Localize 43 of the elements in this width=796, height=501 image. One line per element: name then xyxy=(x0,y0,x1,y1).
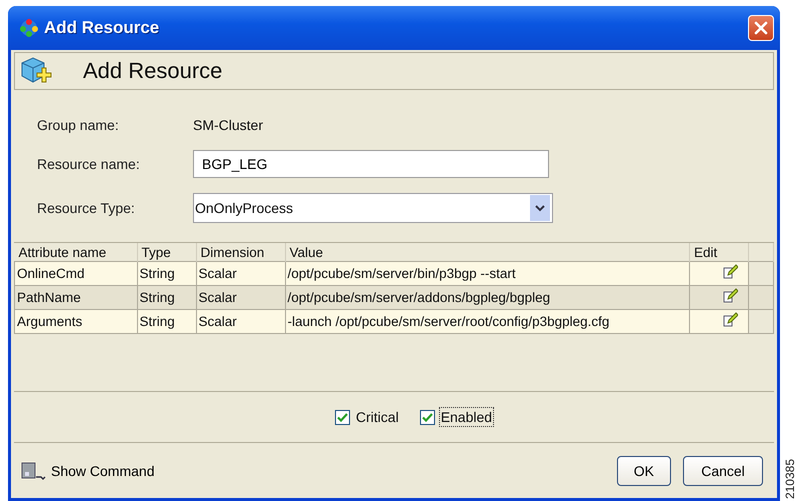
column-header: Dimension xyxy=(196,243,285,262)
terminal-icon xyxy=(21,460,47,480)
close-button[interactable] xyxy=(748,15,774,41)
checkbox[interactable] xyxy=(334,410,350,424)
table-cell: Scalar xyxy=(196,262,285,286)
resource-name-field[interactable]: BGP_LEG xyxy=(193,150,549,178)
cancel-button[interactable]: Cancel xyxy=(683,456,763,486)
figure-number: 210385 xyxy=(783,458,796,499)
field-label: Resource name: xyxy=(37,156,141,172)
table-cell: String xyxy=(137,286,196,310)
close-icon xyxy=(754,21,768,35)
field-label: Group name: xyxy=(37,117,120,133)
table-cell: OnlineCmd xyxy=(14,262,137,286)
group-name-value: SM-Cluster xyxy=(193,117,264,133)
table-cell: /opt/pcube/sm/server/bin/p3bgp --start xyxy=(285,262,690,286)
table-cell: /opt/pcube/sm/server/addons/bgpleg/bgpleg xyxy=(285,286,690,310)
column-header: Attribute name xyxy=(14,243,137,262)
edit-icon[interactable] xyxy=(722,312,738,328)
ok-button[interactable]: OK xyxy=(616,456,671,486)
table-cell: String xyxy=(137,262,196,286)
resource-type-dropdown[interactable]: OnOnlyProcess xyxy=(193,193,553,223)
app-icon xyxy=(20,19,38,37)
column-header: Edit xyxy=(690,243,748,262)
table-cell: PathName xyxy=(14,286,137,310)
header-title: Add Resource xyxy=(83,58,222,84)
show-command-button[interactable]: Show Command xyxy=(21,460,154,480)
column-header: Value xyxy=(285,243,690,262)
table-cell: Scalar xyxy=(196,286,285,310)
table-cell: Arguments xyxy=(14,310,137,334)
checkbox-label: Enabled xyxy=(440,408,494,426)
table-cell: String xyxy=(137,310,196,334)
window-title: Add Resource xyxy=(44,18,160,38)
check-icon xyxy=(336,412,348,422)
column-header: Type xyxy=(137,243,196,262)
check-icon xyxy=(422,412,433,422)
edit-icon[interactable] xyxy=(722,264,738,280)
checkbox-label: Critical xyxy=(354,408,400,426)
field-label: Resource Type: xyxy=(37,200,136,216)
edit-icon[interactable] xyxy=(722,288,738,304)
table-cell: Scalar xyxy=(196,310,285,334)
table-cell: -launch /opt/pcube/sm/server/root/config/p3bgpleg.cfg xyxy=(285,310,690,334)
checkbox[interactable] xyxy=(420,410,435,424)
chevron-down-icon xyxy=(535,204,545,212)
